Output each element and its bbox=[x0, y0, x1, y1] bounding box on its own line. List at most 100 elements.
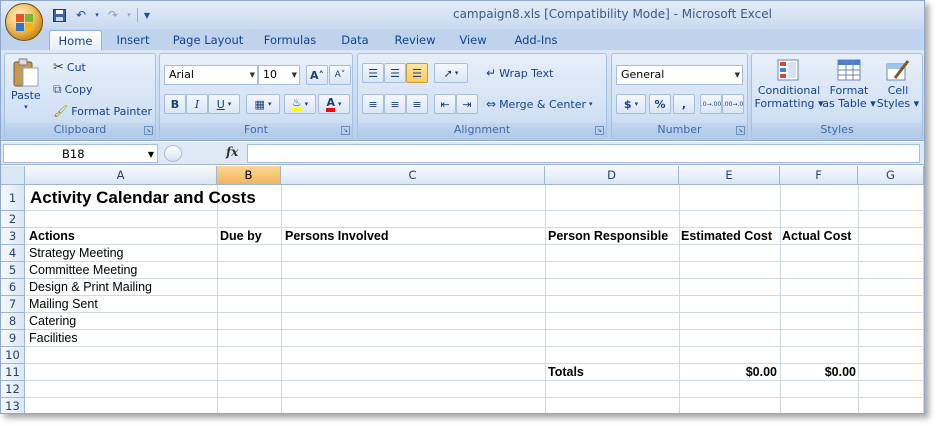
column-header-c[interactable]: C bbox=[281, 166, 545, 185]
increase-indent-icon: ⇥ bbox=[462, 97, 472, 111]
tab-insert[interactable]: Insert bbox=[109, 30, 157, 51]
wrap-text-button[interactable]: ↵ Wrap Text bbox=[486, 66, 553, 80]
comma-button[interactable]: , bbox=[673, 94, 695, 114]
column-header-b[interactable]: B bbox=[217, 166, 281, 185]
tab-view[interactable]: View bbox=[453, 30, 493, 51]
row-header-3[interactable]: 3 bbox=[1, 228, 25, 245]
grow-font-button[interactable]: A˄ bbox=[306, 65, 328, 85]
header-due-by[interactable]: Due by bbox=[220, 228, 262, 244]
row-header-4[interactable]: 4 bbox=[1, 245, 25, 262]
merge-center-label: Merge & Center bbox=[499, 97, 586, 111]
align-bottom-button[interactable]: ☰ bbox=[406, 63, 428, 83]
fill-color-button[interactable]: ♨ ▾ bbox=[284, 94, 316, 114]
name-box[interactable]: B18 ▼ bbox=[3, 144, 158, 163]
font-group: Arial ▼ 10 ▼ A˄ A˅ B I U ▾ ▦ ▾ ♨ ▾ A ▾ Font … bbox=[159, 53, 353, 139]
column-header-d[interactable]: D bbox=[545, 166, 679, 185]
font-color-button[interactable]: A ▾ bbox=[318, 94, 350, 114]
column-header-f[interactable]: F bbox=[780, 166, 858, 185]
row-header-11[interactable]: 11 bbox=[1, 364, 25, 381]
row-header-6[interactable]: 6 bbox=[1, 279, 25, 296]
increase-indent-button[interactable]: ⇥ bbox=[456, 94, 478, 114]
format-as-table-button[interactable]: Format as Table ▾ bbox=[822, 58, 876, 110]
orientation-button[interactable]: ➚ ▾ bbox=[434, 63, 468, 83]
action-cell[interactable]: Catering bbox=[29, 313, 76, 329]
formula-expand-icon[interactable] bbox=[164, 145, 182, 162]
header-persons-involved[interactable]: Persons Involved bbox=[285, 228, 389, 244]
paste-button[interactable]: Paste ▾ bbox=[11, 58, 41, 111]
italic-button[interactable]: I bbox=[186, 94, 208, 114]
number-format-combo[interactable]: General ▼ bbox=[616, 65, 743, 85]
action-cell[interactable]: Committee Meeting bbox=[29, 262, 137, 278]
align-middle-button[interactable]: ☰ bbox=[384, 63, 406, 83]
grid-line bbox=[25, 346, 924, 347]
format-painter-label: Format Painter bbox=[71, 104, 153, 118]
header-person-responsible[interactable]: Person Responsible bbox=[548, 228, 668, 244]
row-header-1[interactable]: 1 bbox=[1, 185, 25, 211]
merge-center-button[interactable]: ⇔ Merge & Center ▾ bbox=[486, 97, 593, 111]
align-left-button[interactable]: ≡ bbox=[362, 94, 384, 114]
tab-formulas[interactable]: Formulas bbox=[259, 30, 321, 51]
actual-total[interactable]: $0.00 bbox=[780, 364, 856, 380]
decrease-decimal-button[interactable]: .00→.0 bbox=[722, 94, 744, 114]
font-size-combo[interactable]: 10 ▼ bbox=[258, 65, 300, 85]
styles-group: Conditional Formatting ▾ Format as Table… bbox=[751, 53, 923, 139]
tab-review[interactable]: Review bbox=[389, 30, 441, 51]
action-cell[interactable]: Design & Print Mailing bbox=[29, 279, 152, 295]
percent-button[interactable]: % bbox=[649, 94, 671, 114]
column-header-e[interactable]: E bbox=[679, 166, 780, 185]
tab-page-layout[interactable]: Page Layout bbox=[169, 30, 247, 51]
totals-label[interactable]: Totals bbox=[548, 364, 584, 380]
copy-button[interactable]: ⧉ Copy bbox=[53, 82, 92, 97]
row-header-10[interactable]: 10 bbox=[1, 347, 25, 364]
conditional-formatting-label-2: Formatting ▾ bbox=[754, 97, 824, 110]
row-header-5[interactable]: 5 bbox=[1, 262, 25, 279]
currency-button[interactable]: $ ▾ bbox=[616, 94, 646, 114]
align-top-button[interactable]: ☰ bbox=[362, 63, 384, 83]
column-header-g[interactable]: G bbox=[858, 166, 924, 185]
action-cell[interactable]: Facilities bbox=[29, 330, 78, 346]
number-launcher-icon[interactable]: ↘ bbox=[736, 126, 745, 135]
name-box-value: B18 bbox=[62, 147, 85, 161]
row-header-7[interactable]: 7 bbox=[1, 296, 25, 313]
row-header-9[interactable]: 9 bbox=[1, 330, 25, 347]
format-painter-button[interactable]: 🖌 Format Painter bbox=[53, 104, 152, 118]
sheet-title[interactable]: Activity Calendar and Costs bbox=[30, 187, 256, 209]
cell-styles-button[interactable]: Cell Styles ▾ bbox=[876, 58, 920, 110]
cut-button[interactable]: ✂ Cut bbox=[53, 60, 86, 75]
formula-input[interactable] bbox=[247, 144, 920, 163]
conditional-formatting-button[interactable]: Conditional Formatting ▾ bbox=[754, 58, 824, 110]
align-center-icon: ≡ bbox=[390, 97, 400, 111]
column-header-a[interactable]: A bbox=[25, 166, 217, 185]
row-header-13[interactable]: 13 bbox=[1, 398, 25, 413]
select-all-corner[interactable] bbox=[1, 166, 25, 185]
estimated-total[interactable]: $0.00 bbox=[679, 364, 777, 380]
align-right-button[interactable]: ≡ bbox=[406, 94, 428, 114]
action-cell[interactable]: Strategy Meeting bbox=[29, 245, 124, 261]
worksheet-grid: A B C D E F G 1 2 3 4 5 6 7 8 9 10 11 12… bbox=[1, 166, 924, 413]
cell-styles-label-2: Styles ▾ bbox=[876, 97, 920, 110]
office-button[interactable] bbox=[5, 3, 43, 41]
bold-button[interactable]: B bbox=[164, 94, 186, 114]
row-header-2[interactable]: 2 bbox=[1, 211, 25, 228]
header-actual-cost[interactable]: Actual Cost bbox=[782, 228, 851, 244]
font-launcher-icon[interactable]: ↘ bbox=[341, 126, 350, 135]
row-header-8[interactable]: 8 bbox=[1, 313, 25, 330]
alignment-launcher-icon[interactable]: ↘ bbox=[595, 126, 604, 135]
copy-label: Copy bbox=[64, 83, 93, 96]
underline-button[interactable]: U ▾ bbox=[208, 94, 240, 114]
insert-function-icon[interactable]: fx bbox=[226, 145, 238, 159]
align-center-button[interactable]: ≡ bbox=[384, 94, 406, 114]
header-actions[interactable]: Actions bbox=[29, 228, 75, 244]
borders-button[interactable]: ▦ ▾ bbox=[246, 94, 280, 114]
tab-data[interactable]: Data bbox=[335, 30, 375, 51]
tab-home[interactable]: Home bbox=[49, 30, 102, 51]
decrease-indent-button[interactable]: ⇤ bbox=[434, 94, 456, 114]
tab-add-ins[interactable]: Add-Ins bbox=[507, 30, 565, 51]
font-name-combo[interactable]: Arial ▼ bbox=[164, 65, 258, 85]
clipboard-launcher-icon[interactable]: ↘ bbox=[144, 126, 153, 135]
shrink-font-button[interactable]: A˅ bbox=[329, 65, 351, 85]
action-cell[interactable]: Mailing Sent bbox=[29, 296, 98, 312]
row-header-12[interactable]: 12 bbox=[1, 381, 25, 398]
header-estimated-cost[interactable]: Estimated Cost bbox=[681, 228, 772, 244]
increase-decimal-button[interactable]: .0→.00 bbox=[700, 94, 722, 114]
